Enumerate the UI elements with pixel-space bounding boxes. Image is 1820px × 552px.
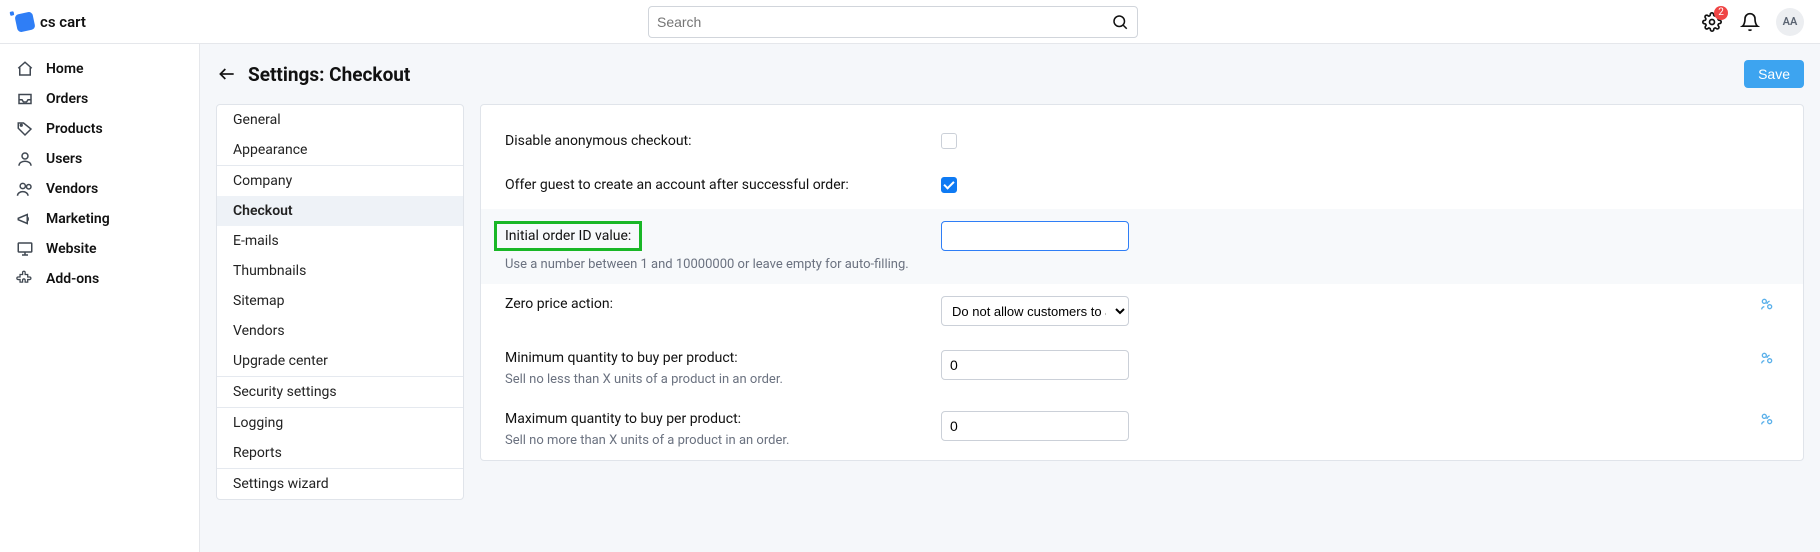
nav-item-home[interactable]: Home — [0, 54, 199, 84]
settings-nav-e-mails[interactable]: E-mails — [217, 226, 463, 256]
hint-min-qty: Sell no less than X units of a product i… — [505, 372, 925, 387]
search-input[interactable] — [657, 14, 1111, 30]
settings-subnav: GeneralAppearanceCompanyCheckoutE-mailsT… — [216, 104, 464, 500]
vendor-scope-icon[interactable] — [1759, 350, 1775, 366]
select-zero-price[interactable]: Do not allow customers to ad — [941, 296, 1129, 326]
label-zero-price: Zero price action: — [505, 296, 613, 312]
checkbox-offer-guest[interactable] — [941, 177, 957, 193]
nav-item-users[interactable]: Users — [0, 144, 199, 174]
input-max-qty[interactable] — [941, 411, 1129, 441]
settings-nav-reports[interactable]: Reports — [217, 438, 463, 468]
settings-nav-checkout[interactable]: Checkout — [217, 196, 463, 226]
settings-nav-general[interactable]: General — [217, 105, 463, 135]
nav-item-products[interactable]: Products — [0, 114, 199, 144]
nav-item-vendors[interactable]: Vendors — [0, 174, 199, 204]
label-disable-anonymous: Disable anonymous checkout: — [505, 133, 692, 149]
label-min-qty: Minimum quantity to buy per product: — [505, 350, 738, 366]
notifications-button[interactable] — [1738, 10, 1762, 34]
settings-nav-sitemap[interactable]: Sitemap — [217, 286, 463, 316]
brand-name: cs cart — [40, 13, 86, 31]
megaphone-icon — [16, 210, 34, 228]
nav-item-label: Orders — [46, 91, 88, 107]
nav-item-label: Marketing — [46, 211, 110, 227]
bell-icon — [1740, 12, 1760, 32]
settings-nav-upgrade-center[interactable]: Upgrade center — [217, 346, 463, 376]
nav-item-label: Website — [46, 241, 97, 257]
settings-nav-appearance[interactable]: Appearance — [217, 135, 463, 165]
nav-item-website[interactable]: Website — [0, 234, 199, 264]
label-max-qty: Maximum quantity to buy per product: — [505, 411, 741, 427]
nav-item-marketing[interactable]: Marketing — [0, 204, 199, 234]
arrow-left-icon — [217, 64, 237, 84]
save-button[interactable]: Save — [1744, 60, 1804, 88]
settings-nav-company[interactable]: Company — [217, 166, 463, 196]
inbox-icon — [16, 90, 34, 108]
nav-item-orders[interactable]: Orders — [0, 84, 199, 114]
user-icon — [16, 150, 34, 168]
avatar[interactable]: AA — [1776, 8, 1804, 36]
input-min-qty[interactable] — [941, 350, 1129, 380]
nav-item-label: Users — [46, 151, 82, 167]
brand-mark-icon — [14, 11, 35, 32]
nav-item-label: Vendors — [46, 181, 98, 197]
label-initial-order-id: Initial order ID value: — [494, 221, 642, 251]
settings-gear-button[interactable]: 2 — [1700, 10, 1724, 34]
nav-item-label: Products — [46, 121, 103, 137]
page-title: Settings: Checkout — [248, 63, 410, 86]
vendor-scope-icon[interactable] — [1759, 411, 1775, 427]
nav-item-label: Add-ons — [46, 271, 99, 287]
global-search[interactable] — [648, 6, 1138, 38]
home-icon — [16, 60, 34, 78]
brand-logo[interactable]: cs cart — [16, 13, 86, 31]
nav-item-add-ons[interactable]: Add-ons — [0, 264, 199, 294]
gear-badge: 2 — [1714, 6, 1728, 20]
search-icon — [1111, 13, 1129, 31]
settings-nav-logging[interactable]: Logging — [217, 408, 463, 438]
back-button[interactable] — [216, 63, 238, 85]
settings-nav-vendors[interactable]: Vendors — [217, 316, 463, 346]
puzzle-icon — [16, 270, 34, 288]
label-offer-guest: Offer guest to create an account after s… — [505, 177, 849, 193]
main-nav: Home Orders Products Users Vendors Marketing W… — [0, 44, 200, 552]
input-initial-order-id[interactable] — [941, 221, 1129, 251]
vendor-scope-icon[interactable] — [1759, 296, 1775, 312]
users-icon — [16, 180, 34, 198]
monitor-icon — [16, 240, 34, 258]
settings-panel: Disable anonymous checkout: Offer guest … — [480, 104, 1804, 461]
settings-nav-security-settings[interactable]: Security settings — [217, 377, 463, 407]
settings-nav-settings-wizard[interactable]: Settings wizard — [217, 469, 463, 499]
hint-max-qty: Sell no more than X units of a product i… — [505, 433, 925, 448]
hint-initial-order-id: Use a number between 1 and 10000000 or l… — [505, 257, 925, 272]
tag-icon — [16, 120, 34, 138]
settings-nav-thumbnails[interactable]: Thumbnails — [217, 256, 463, 286]
checkbox-disable-anonymous[interactable] — [941, 133, 957, 149]
nav-item-label: Home — [46, 61, 84, 77]
